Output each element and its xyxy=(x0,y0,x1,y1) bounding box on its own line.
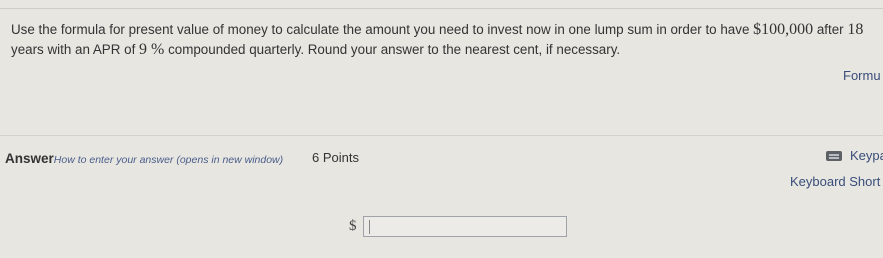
answer-input[interactable] xyxy=(363,216,567,237)
formula-link[interactable]: Formu xyxy=(843,68,881,83)
question-part: after xyxy=(813,22,848,37)
years-value: 18 xyxy=(847,21,864,38)
currency-symbol: $ xyxy=(349,218,357,234)
keyboard-icon xyxy=(826,150,842,161)
question-text: Use the formula for present value of mon… xyxy=(11,20,879,60)
text-caret xyxy=(369,220,370,234)
question-part: Use the formula for present value of mon… xyxy=(11,22,754,37)
points-label: 6 Points xyxy=(312,150,359,165)
answer-label: Answer xyxy=(5,151,54,166)
apr-value: 9 % xyxy=(139,41,165,58)
question-part: years with an APR of xyxy=(11,42,140,57)
keypad-label: Keypa xyxy=(850,148,883,163)
top-border xyxy=(0,8,883,9)
keyboard-shortcuts-link[interactable]: Keyboard Short xyxy=(790,174,880,189)
question-part: compounded quarterly. Round your answer … xyxy=(164,42,621,57)
answer-header: AnswerHow to enter your answer (opens in… xyxy=(5,150,283,168)
amount-value: $100,000 xyxy=(753,21,814,38)
section-divider xyxy=(0,135,883,136)
how-to-enter-link[interactable]: How to enter your answer (opens in new w… xyxy=(54,154,283,166)
keypad-button[interactable]: Keypa xyxy=(826,148,883,163)
